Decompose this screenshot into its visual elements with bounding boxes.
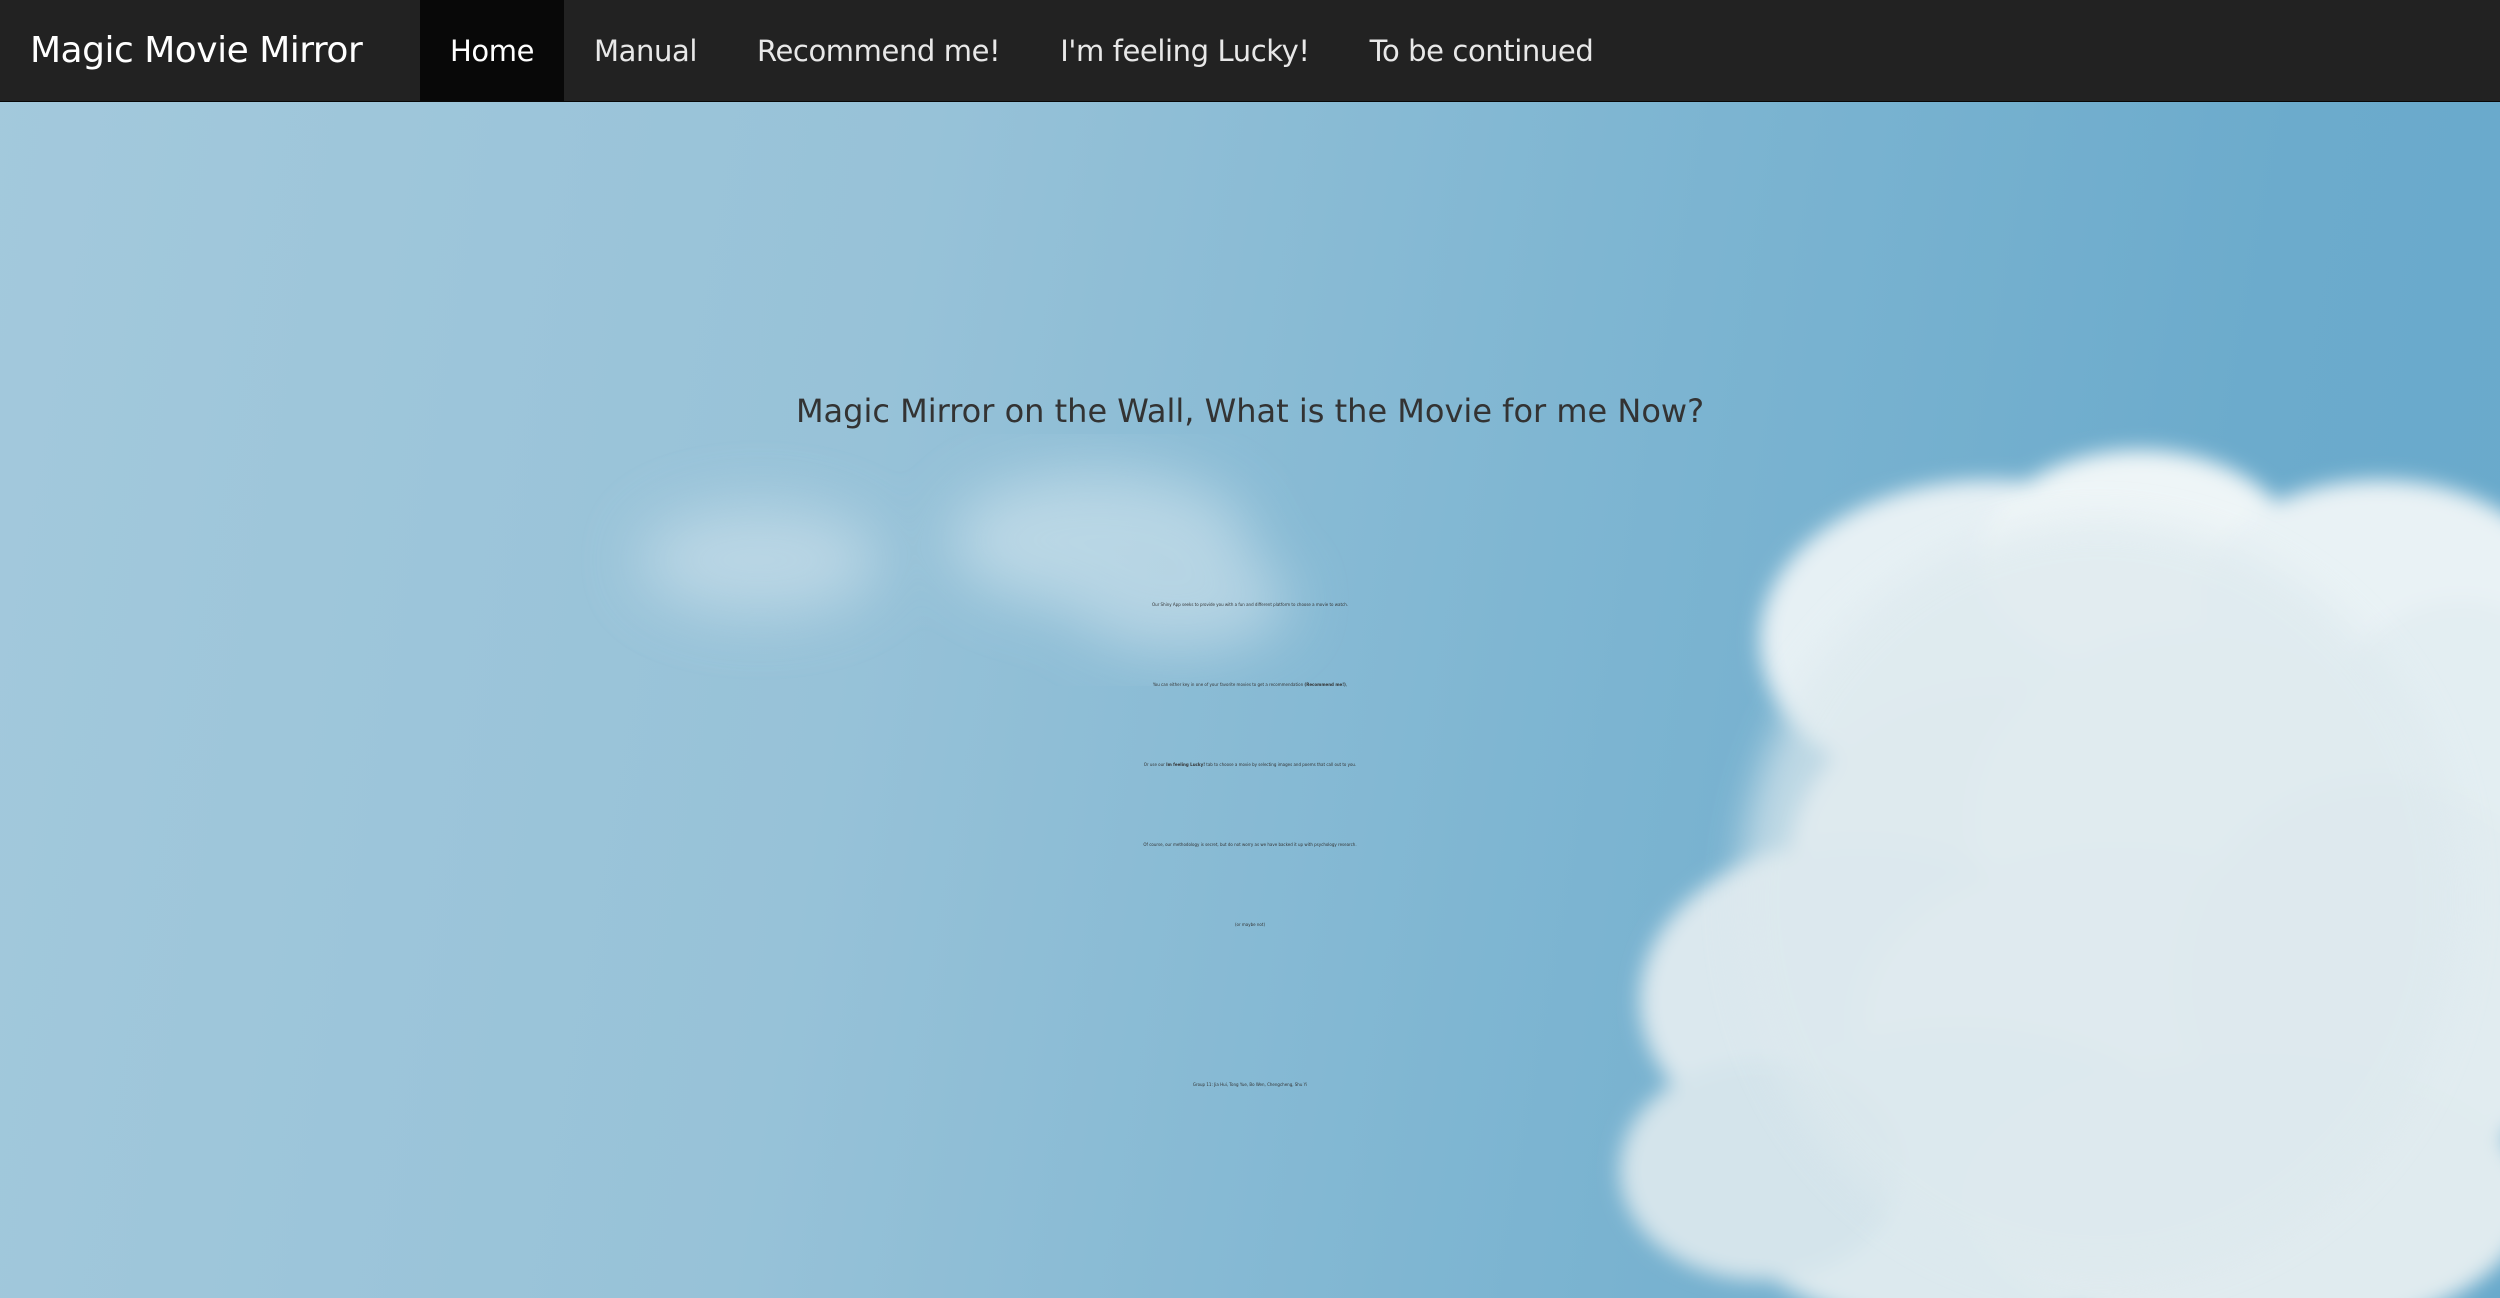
- navbar-brand[interactable]: Magic Movie Mirror: [0, 0, 390, 101]
- home-content: Magic Mirror on the Wall, What is the Mo…: [0, 102, 2500, 1298]
- description-line-2: You can either key in one of your favori…: [0, 682, 2500, 687]
- description-line-4: Of course, our methodology is secret, bu…: [1143, 842, 1357, 847]
- description-line-5: (or maybe not): [1234, 922, 1266, 927]
- description-line-2-end: ,: [1345, 682, 1348, 687]
- tab-to-be-continued[interactable]: To be continued: [1340, 0, 1624, 101]
- tab-recommend-me[interactable]: Recommend me!: [727, 0, 1030, 101]
- feeling-lucky-emphasis: Im feeling Lucky!: [1166, 762, 1206, 767]
- description-line-3-start: Or use our: [1143, 762, 1167, 767]
- recommend-me-emphasis: (Recommend me!): [1304, 682, 1346, 687]
- nav-tabs: Home Manual Recommend me! I'm feeling Lu…: [420, 0, 1623, 101]
- description-line-3: Or use our Im feeling Lucky! tab to choo…: [0, 762, 2500, 767]
- tab-feeling-lucky[interactable]: I'm feeling Lucky!: [1030, 0, 1339, 101]
- navbar: Magic Movie Mirror Home Manual Recommend…: [0, 0, 2500, 102]
- tab-manual[interactable]: Manual: [564, 0, 727, 101]
- group-credits: Group 11: Jia Hui, Tong Yue, Bo Wen, Che…: [1192, 1082, 1308, 1087]
- page-title: Magic Mirror on the Wall, What is the Mo…: [795, 392, 1705, 430]
- description-line-3-text: tab to choose a movie by selecting image…: [1205, 762, 1357, 767]
- tab-home[interactable]: Home: [420, 0, 565, 101]
- description-line-1: Our Shiny App seeks to provide you with …: [1151, 602, 1349, 607]
- description-line-2-text: You can either key in one of your favori…: [1152, 682, 1305, 687]
